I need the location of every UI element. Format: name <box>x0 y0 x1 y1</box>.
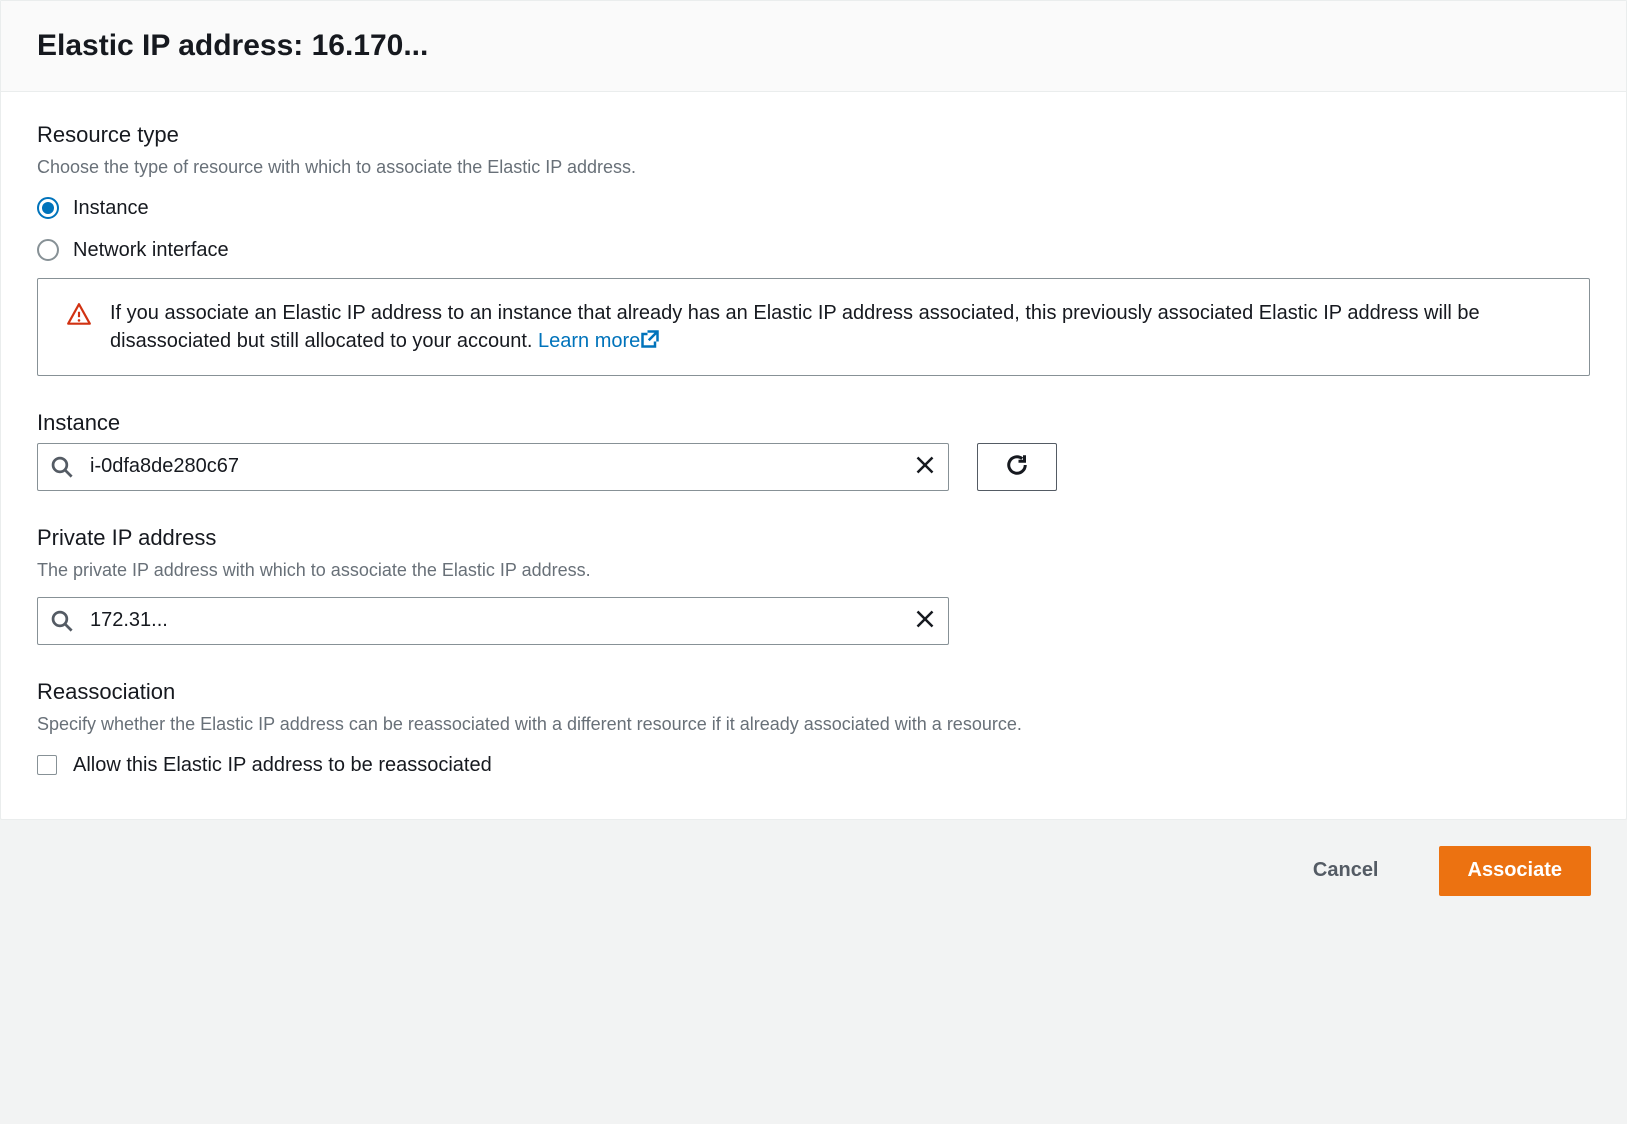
page-title: Elastic IP address: 16.170... <box>37 25 1590 67</box>
resource-type-section: Resource type Choose the type of resourc… <box>37 120 1590 376</box>
external-link-icon <box>640 329 660 349</box>
radio-icon <box>37 239 59 261</box>
warning-alert: If you associate an Elastic IP address t… <box>37 278 1590 376</box>
reassociation-title: Reassociation <box>37 677 1590 708</box>
warning-text: If you associate an Elastic IP address t… <box>110 299 1561 355</box>
search-icon <box>51 610 73 632</box>
cancel-button[interactable]: Cancel <box>1285 846 1407 896</box>
refresh-icon <box>1005 453 1029 480</box>
radio-instance-label: Instance <box>73 194 149 222</box>
private-ip-section: Private IP address The private IP addres… <box>37 523 1590 645</box>
private-ip-title: Private IP address <box>37 523 1590 554</box>
learn-more-link[interactable]: Learn more <box>538 330 660 352</box>
refresh-button[interactable] <box>977 443 1057 491</box>
instance-input[interactable] <box>37 443 949 491</box>
clear-private-ip-button[interactable] <box>911 607 939 635</box>
radio-icon <box>37 197 59 219</box>
reassociation-desc: Specify whether the Elastic IP address c… <box>37 712 1590 737</box>
clear-instance-button[interactable] <box>911 453 939 481</box>
checkbox-icon <box>37 755 57 775</box>
reassociation-checkbox[interactable]: Allow this Elastic IP address to be reas… <box>37 751 1590 779</box>
search-icon <box>51 456 73 478</box>
warning-icon <box>66 302 92 328</box>
private-ip-input[interactable] <box>37 597 949 645</box>
associate-button[interactable]: Associate <box>1439 846 1592 896</box>
close-icon <box>915 609 935 632</box>
instance-section: Instance <box>37 408 1590 491</box>
reassociation-section: Reassociation Specify whether the Elasti… <box>37 677 1590 779</box>
footer: Cancel Associate <box>0 820 1627 922</box>
radio-network-interface-label: Network interface <box>73 236 229 264</box>
private-ip-desc: The private IP address with which to ass… <box>37 558 1590 583</box>
instance-title: Instance <box>37 408 1590 439</box>
radio-instance[interactable]: Instance <box>37 194 1590 222</box>
close-icon <box>915 455 935 478</box>
resource-type-title: Resource type <box>37 120 1590 151</box>
warning-message: If you associate an Elastic IP address t… <box>110 302 1480 352</box>
radio-network-interface[interactable]: Network interface <box>37 236 1590 264</box>
resource-type-desc: Choose the type of resource with which t… <box>37 155 1590 180</box>
reassociation-checkbox-label: Allow this Elastic IP address to be reas… <box>73 751 492 779</box>
